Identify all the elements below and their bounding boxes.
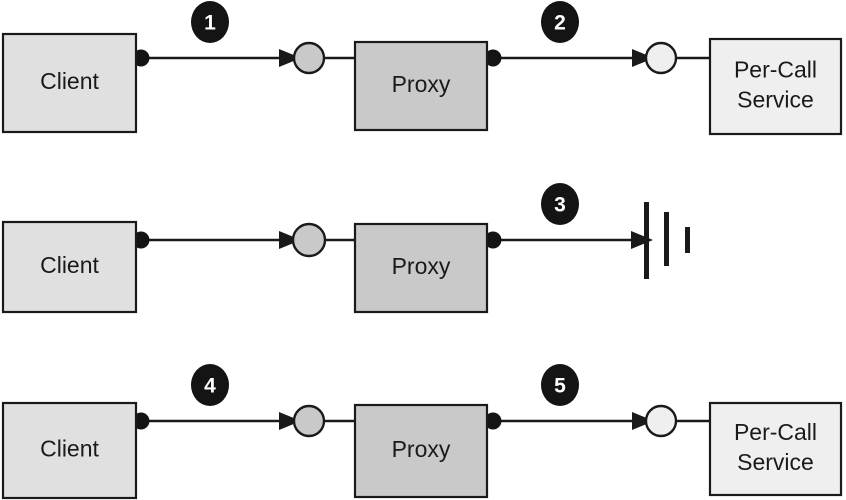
per-call-service-box-label: Service (737, 449, 814, 475)
step-badge-label-2: 2 (554, 12, 566, 35)
per-call-service-box-label: Per-Call (734, 57, 817, 83)
step-badge-2: 2 (541, 1, 579, 43)
service-instance-port[interactable] (644, 404, 678, 438)
step-badge-label-3: 3 (554, 194, 566, 217)
proxy-to-terminated-object-connection-arrowhead (631, 231, 653, 249)
client-box-label: Client (40, 68, 99, 94)
diagram-canvas: Client Proxy Per-Call Service 1 2 Client Proxy 3… (0, 0, 846, 500)
proxy-box-label: Proxy (392, 436, 451, 462)
first-call-row: Client Proxy Per-Call Service 1 2 (1, 1, 843, 136)
proxy-box-label: Proxy (392, 71, 451, 97)
step-badge-3: 3 (541, 183, 579, 225)
per-call-service-box-label: Per-Call (734, 419, 817, 445)
second-call-row: Client Proxy Per-Call Service 4 5 (1, 364, 843, 500)
proxy-inbound-port[interactable] (292, 41, 326, 75)
step-badge-label-4: 4 (204, 375, 216, 398)
step-badge-label-1: 1 (204, 12, 216, 35)
step-badge-label-5: 5 (554, 375, 566, 398)
service-instance-port[interactable] (644, 41, 678, 75)
proxy-inbound-port[interactable] (291, 222, 327, 258)
object-destroyed-bar (644, 202, 649, 279)
step-badge-1: 1 (191, 1, 229, 43)
flow-diagram: Client Proxy Per-Call Service 1 2 Client Proxy 3… (1, 1, 843, 500)
client-box-label: Client (40, 252, 99, 278)
proxy-box-label: Proxy (392, 253, 451, 279)
client-box-label: Client (40, 436, 99, 462)
proxy-inbound-port[interactable] (292, 404, 326, 438)
object-release-row: Client Proxy 3 (1, 183, 690, 314)
object-destroyed-bar (664, 212, 669, 266)
object-destroyed-bar (685, 227, 690, 253)
step-badge-4: 4 (191, 364, 229, 406)
per-call-service-box-label: Service (737, 87, 814, 113)
step-badge-5: 5 (541, 364, 579, 406)
